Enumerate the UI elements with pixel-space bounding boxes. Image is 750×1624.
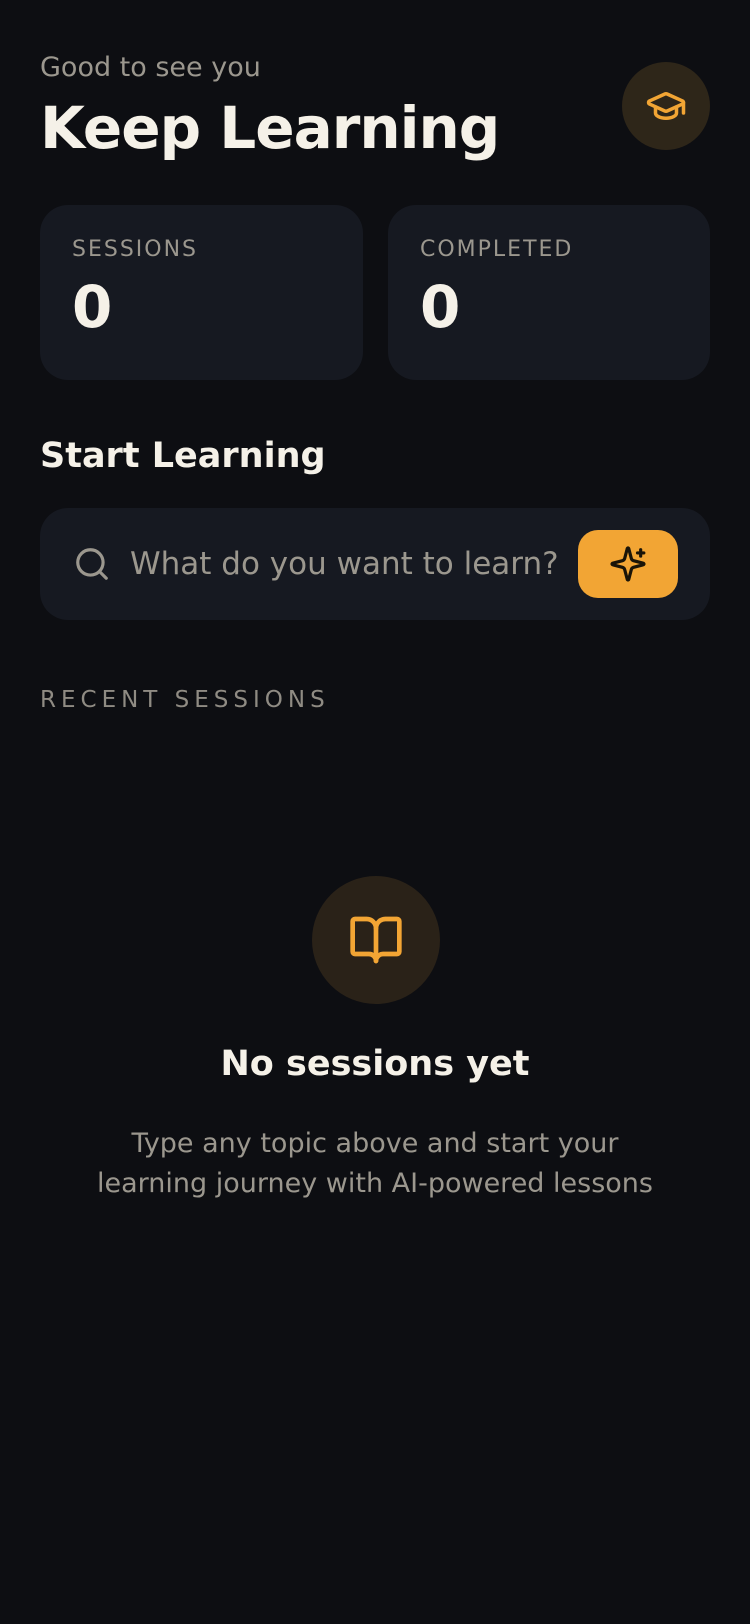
empty-state-description: Type any topic above and start your lear… xyxy=(75,1124,675,1204)
book-open-icon xyxy=(350,916,402,964)
sparkles-icon xyxy=(610,546,646,582)
empty-state-icon-circle xyxy=(312,876,440,1004)
recent-sessions-heading: RECENT SESSIONS xyxy=(40,687,330,713)
greeting-text: Good to see you xyxy=(40,52,261,83)
sessions-stat-card: SESSIONS 0 xyxy=(40,205,363,380)
profile-avatar-button[interactable] xyxy=(622,62,710,150)
header: Good to see you Keep Learning xyxy=(40,48,710,164)
stat-label: COMPLETED xyxy=(420,237,574,262)
empty-state-title: No sessions yet xyxy=(220,1044,530,1084)
empty-state-line: learning journey with AI-powered lessons xyxy=(97,1168,653,1199)
topic-search-input[interactable] xyxy=(130,536,580,592)
search-icon xyxy=(76,548,108,580)
completed-stat-card: COMPLETED 0 xyxy=(388,205,710,380)
empty-state-line: Type any topic above and start your xyxy=(131,1128,619,1159)
start-learning-heading: Start Learning xyxy=(40,436,326,476)
topic-search-bar xyxy=(40,508,710,620)
stat-label: SESSIONS xyxy=(72,237,199,262)
home-screen: Good to see you Keep Learning SESSIONS 0… xyxy=(0,0,750,1624)
generate-lesson-button[interactable] xyxy=(578,530,678,598)
page-title: Keep Learning xyxy=(40,94,500,162)
graduation-cap-icon xyxy=(646,92,686,120)
stat-value: 0 xyxy=(72,273,113,341)
stat-value: 0 xyxy=(420,273,461,341)
